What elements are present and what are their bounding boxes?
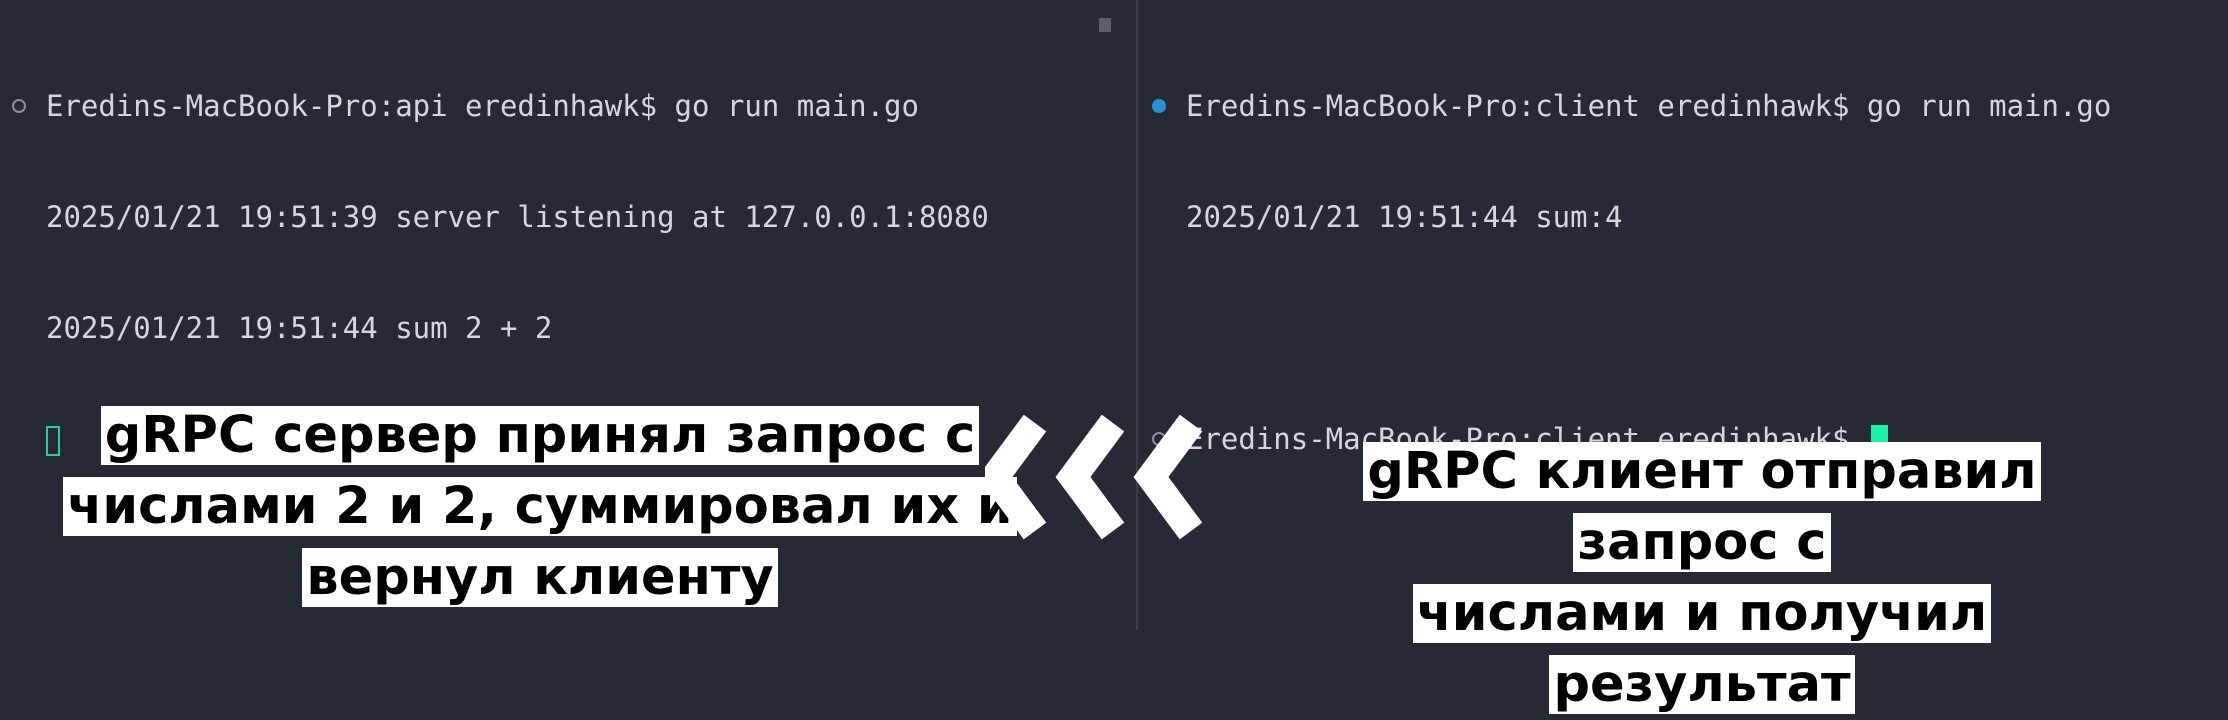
terminal-line: Eredins-MacBook-Pro:api eredinhawk$ go r… <box>0 88 989 125</box>
terminal-line: Eredins-MacBook-Pro:client eredinhawk$ g… <box>1140 88 2111 125</box>
caption-line: числами 2 и 2, суммировал их и <box>63 477 1017 536</box>
pane-resize-handle[interactable] <box>1099 18 1111 32</box>
terminal-line: 2025/01/21 19:51:39 server listening at … <box>46 200 989 234</box>
chevron-left-icon <box>985 415 1047 540</box>
chevron-left-icon <box>1133 415 1203 540</box>
arrows-graphic <box>985 415 1203 540</box>
terminal-line: 2025/01/21 19:51:44 sum 2 + 2 <box>46 311 553 345</box>
terminal-line: 2025/01/21 19:51:44 sum:4 <box>1186 200 1623 234</box>
command-text: Eredins-MacBook-Pro:client eredinhawk$ g… <box>1186 89 2112 123</box>
client-caption: gRPC клиент отправил запрос с числами и … <box>1262 436 2142 720</box>
command-status-icon <box>12 99 26 113</box>
terminal-cursor <box>46 426 60 456</box>
caption-line: числами и получил результат <box>1412 584 1992 714</box>
command-status-icon <box>1152 99 1166 113</box>
caption-line: вернул клиенту <box>302 548 778 607</box>
chevron-left-icon <box>1055 415 1125 540</box>
command-text: Eredins-MacBook-Pro:api eredinhawk$ go r… <box>46 89 919 123</box>
server-caption: gRPC сервер принял запрос с числами 2 и … <box>60 400 1020 613</box>
caption-line: gRPC клиент отправил запрос с <box>1363 442 2041 572</box>
caption-line: gRPC сервер принял запрос с <box>100 406 980 465</box>
